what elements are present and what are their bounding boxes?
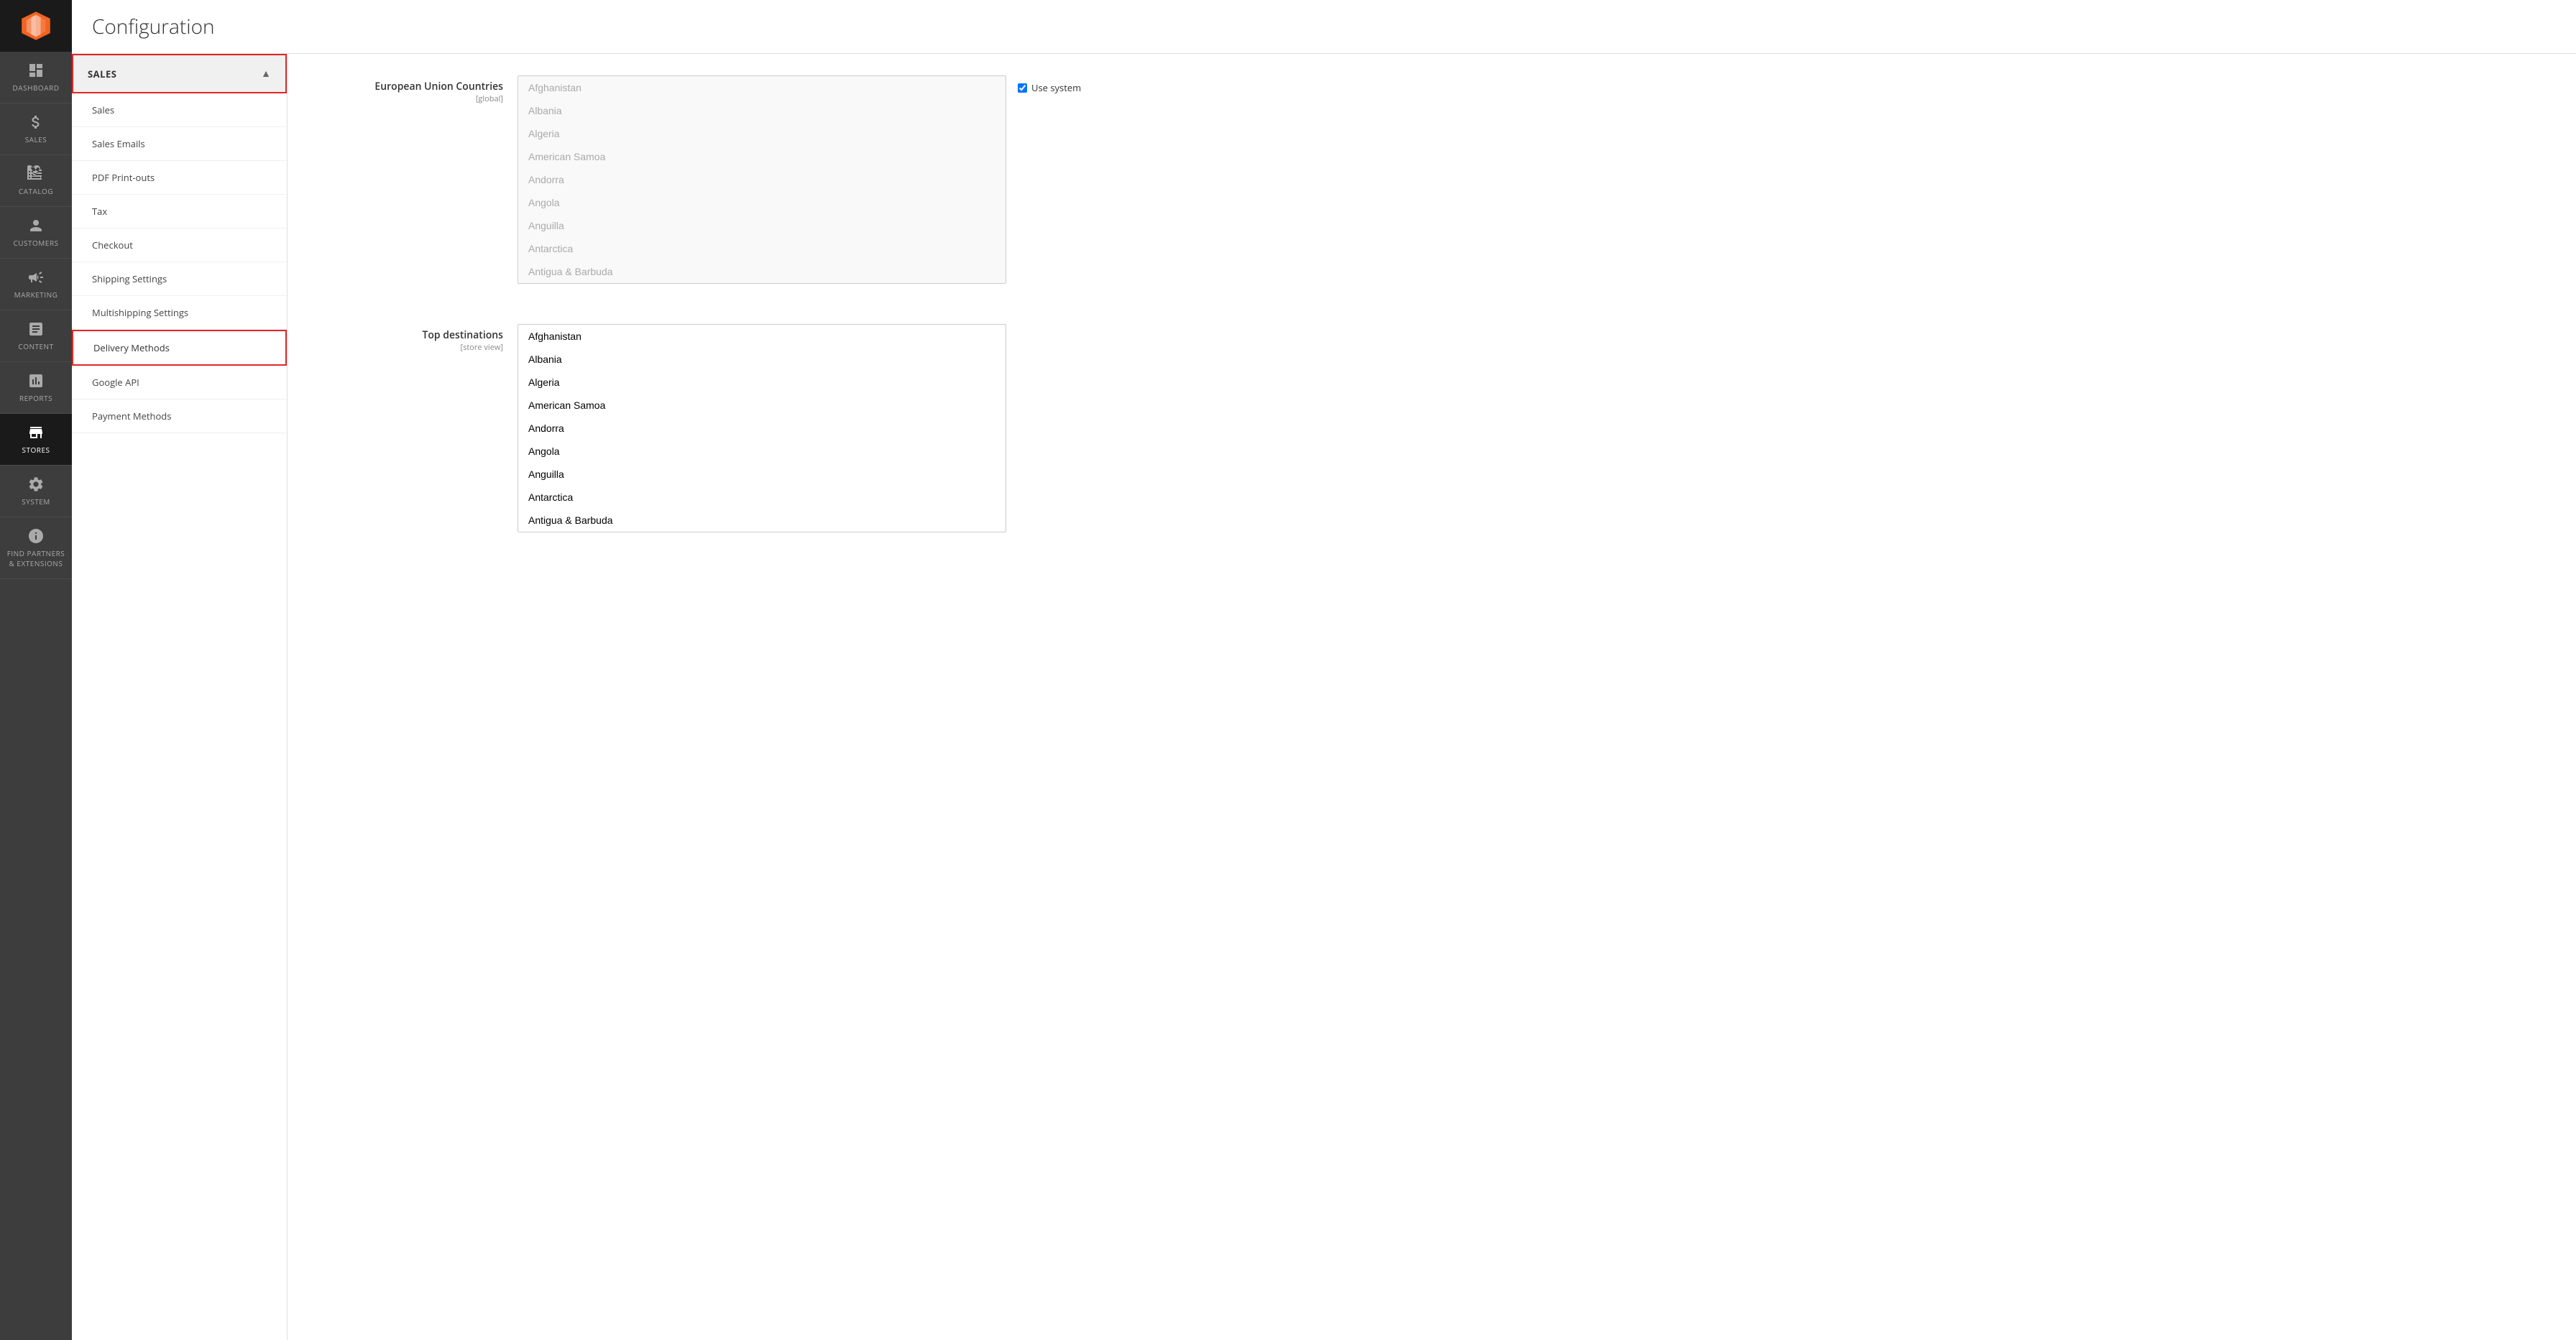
top-destinations-label-main: Top destinations xyxy=(316,328,503,342)
eu-countries-row: European Union Countries [global] Afghan… xyxy=(316,75,2547,298)
nav-item-google-api[interactable]: Google API xyxy=(72,366,287,399)
sidebar-item-reports[interactable]: REPORTS xyxy=(0,362,72,414)
nav-item-tax[interactable]: Tax xyxy=(72,195,287,228)
page-header: Configuration xyxy=(72,0,2576,54)
sidebar-item-catalog[interactable]: CATALOG xyxy=(0,155,72,207)
nav-section-title: SALES xyxy=(88,68,116,80)
content-area: SALES ▲ Sales Sales Emails PDF Print-out… xyxy=(72,54,2576,1340)
sidebar-item-label-dashboard: DASHBOARD xyxy=(13,83,60,93)
nav-item-payment-methods[interactable]: Payment Methods xyxy=(72,399,287,433)
top-destinations-label-scope: [store view] xyxy=(316,342,503,353)
page-title: Configuration xyxy=(92,13,2556,40)
eu-countries-label: European Union Countries [global] xyxy=(316,75,518,104)
eu-countries-label-main: European Union Countries xyxy=(316,80,503,93)
top-destinations-control: AfghanistanAlbaniaAlgeriaAmerican SamoaA… xyxy=(518,324,2547,532)
eu-countries-label-scope: [global] xyxy=(316,93,503,104)
nav-section-sales[interactable]: SALES ▲ xyxy=(72,54,287,93)
top-destinations-label: Top destinations [store view] xyxy=(316,324,518,353)
nav-item-multishipping-settings[interactable]: Multishipping Settings xyxy=(72,296,287,330)
top-destinations-row: Top destinations [store view] Afghanista… xyxy=(316,324,2547,547)
nav-item-sales[interactable]: Sales xyxy=(72,93,287,127)
sidebar-item-find-partners[interactable]: FIND PARTNERS & EXTENSIONS xyxy=(0,517,72,579)
sidebar-item-label-marketing: MARKETING xyxy=(14,290,58,300)
use-system-label: Use system xyxy=(1031,81,1081,94)
sidebar-item-label-catalog: CATALOG xyxy=(19,186,53,196)
nav-item-checkout[interactable]: Checkout xyxy=(72,228,287,262)
nav-item-shipping-settings[interactable]: Shipping Settings xyxy=(72,262,287,296)
sidebar-item-stores[interactable]: STORES xyxy=(0,414,72,466)
sidebar-item-sales[interactable]: SALES xyxy=(0,103,72,155)
sidebar-item-label-find-partners: FIND PARTNERS & EXTENSIONS xyxy=(6,548,66,568)
nav-section-arrow: ▲ xyxy=(261,67,271,80)
sidebar-item-system[interactable]: SYSTEM xyxy=(0,466,72,517)
sidebar: DASHBOARD SALES CATALOG CUSTOMERS MARKET… xyxy=(0,0,72,1340)
sidebar-item-customers[interactable]: CUSTOMERS xyxy=(0,207,72,259)
sidebar-logo xyxy=(0,0,72,52)
sidebar-item-label-system: SYSTEM xyxy=(22,496,50,507)
sidebar-item-marketing[interactable]: MARKETING xyxy=(0,259,72,310)
sidebar-item-label-stores: STORES xyxy=(22,445,50,455)
right-panel: European Union Countries [global] Afghan… xyxy=(288,54,2576,1340)
nav-item-sales-emails[interactable]: Sales Emails xyxy=(72,127,287,161)
magento-logo-icon xyxy=(20,10,52,42)
sidebar-item-label-reports: REPORTS xyxy=(19,393,52,403)
eu-countries-listbox[interactable]: AfghanistanAlbaniaAlgeriaAmerican SamoaA… xyxy=(518,75,1006,284)
sidebar-item-content[interactable]: CONTENT xyxy=(0,310,72,362)
nav-item-delivery-methods[interactable]: Delivery Methods xyxy=(72,330,287,366)
use-system-wrapper: Use system xyxy=(1018,75,1081,94)
top-destinations-listbox[interactable]: AfghanistanAlbaniaAlgeriaAmerican SamoaA… xyxy=(518,324,1006,532)
sidebar-item-label-customers: CUSTOMERS xyxy=(13,238,58,248)
left-nav: SALES ▲ Sales Sales Emails PDF Print-out… xyxy=(72,54,288,1340)
sidebar-item-label-sales: SALES xyxy=(25,134,47,144)
eu-countries-control: AfghanistanAlbaniaAlgeriaAmerican SamoaA… xyxy=(518,75,2547,284)
sidebar-item-dashboard[interactable]: DASHBOARD xyxy=(0,52,72,103)
use-system-checkbox[interactable] xyxy=(1018,83,1027,93)
nav-item-pdf-print-outs[interactable]: PDF Print-outs xyxy=(72,161,287,195)
main-content: Configuration SALES ▲ Sales Sales Emails… xyxy=(72,0,2576,1340)
sidebar-item-label-content: CONTENT xyxy=(18,341,53,351)
